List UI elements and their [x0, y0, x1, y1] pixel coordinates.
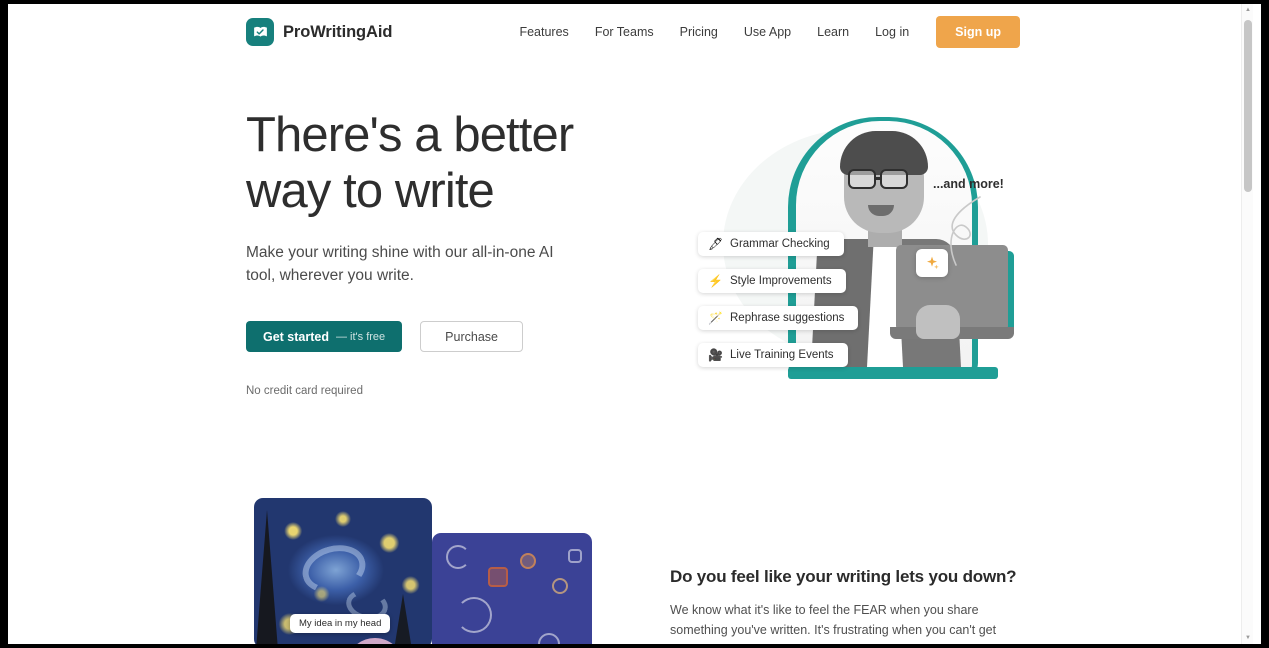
page-content: ProWritingAid Features For Teams Pricing…	[8, 4, 1253, 644]
cypress-tree	[394, 594, 412, 644]
nav-link-for-teams[interactable]: For Teams	[582, 17, 667, 47]
nav-link-use-app[interactable]: Use App	[731, 17, 804, 47]
lower-copy-section: Do you feel like your writing lets you d…	[670, 567, 1018, 644]
sign-up-button[interactable]: Sign up	[936, 16, 1020, 48]
get-started-note: — it's free	[336, 330, 386, 343]
get-started-label: Get started	[263, 329, 329, 344]
teal-baseline	[788, 367, 998, 379]
feature-chip-live-training-events[interactable]: 🎥 Live Training Events	[698, 343, 848, 367]
annotation-curve-icon	[950, 196, 981, 266]
star-doodle	[488, 567, 508, 587]
eyeglasses-bridge	[876, 177, 882, 180]
magic-wand-icon: 🪄	[708, 311, 723, 325]
feather-pen-icon: 🖋	[708, 237, 724, 251]
swirl-doodle	[456, 597, 492, 633]
nav-link-log-in[interactable]: Log in	[862, 17, 922, 47]
browser-frame: ProWritingAid Features For Teams Pricing…	[0, 0, 1269, 648]
brand-logo-link[interactable]: ProWritingAid	[246, 18, 392, 46]
book-check-icon	[246, 18, 274, 46]
idea-illustration: My idea in my head	[246, 498, 646, 644]
section-body-text: We know what it's like to feel the FEAR …	[670, 603, 997, 644]
swirl-doodle	[446, 545, 470, 569]
feature-chip-label: Style Improvements	[730, 275, 832, 287]
simplified-painting-card	[432, 533, 592, 644]
feature-chip-label: Live Training Events	[730, 349, 834, 361]
feature-chip-label: Grammar Checking	[730, 238, 830, 250]
feature-chip-rephrase-suggestions[interactable]: 🪄 Rephrase suggestions	[698, 306, 859, 330]
hand-shape	[916, 305, 960, 339]
hero-title: There's a better way to write	[246, 108, 574, 218]
and-more-annotation: ...and more!	[933, 177, 1004, 191]
image-caption: My idea in my head	[290, 614, 391, 633]
swirl-doodle	[538, 633, 560, 644]
eyeglasses-left-lens	[848, 169, 876, 189]
scroll-down-arrow-icon[interactable]: ▼	[1242, 632, 1254, 644]
eyeglasses-right-lens	[880, 169, 908, 189]
site-header: ProWritingAid Features For Teams Pricing…	[8, 4, 1253, 60]
no-credit-card-note: No credit card required	[246, 385, 363, 397]
page-viewport: ProWritingAid Features For Teams Pricing…	[8, 4, 1261, 644]
scrollbar-thumb[interactable]	[1244, 20, 1252, 192]
scroll-up-arrow-icon[interactable]: ▲	[1242, 4, 1254, 16]
star-doodle	[520, 553, 536, 569]
purchase-button[interactable]: Purchase	[420, 321, 523, 352]
feature-chip-grammar-checking[interactable]: 🖋 Grammar Checking	[698, 232, 844, 256]
sparkle-icon	[927, 256, 939, 270]
hero-illustration: 🖋 Grammar Checking ⚡ Style Improvements …	[668, 99, 1068, 399]
nav-link-features[interactable]: Features	[506, 17, 581, 47]
brand-name: ProWritingAid	[283, 22, 393, 41]
lightning-bolt-icon: ⚡	[708, 274, 723, 288]
get-started-button[interactable]: Get started — it's free	[246, 321, 403, 352]
feature-chip-list: 🖋 Grammar Checking ⚡ Style Improvements …	[698, 232, 859, 367]
hero-section: There's a better way to write Make your …	[246, 107, 656, 397]
section-heading: Do you feel like your writing lets you d…	[670, 567, 1017, 586]
main-navigation: Features For Teams Pricing Use App Learn…	[506, 16, 1020, 48]
feature-chip-label: Rephrase suggestions	[730, 312, 845, 324]
video-camera-icon: 🎥	[708, 348, 723, 362]
nav-link-pricing[interactable]: Pricing	[667, 17, 731, 47]
hero-cta-group: Get started — it's free Purchase	[246, 321, 656, 352]
vertical-scrollbar[interactable]: ▲ ▼	[1241, 4, 1253, 644]
star-doodle	[552, 578, 568, 594]
cypress-tree	[256, 510, 278, 644]
star-doodle	[568, 549, 582, 563]
nav-link-learn[interactable]: Learn	[804, 17, 862, 47]
feature-chip-style-improvements[interactable]: ⚡ Style Improvements	[698, 269, 846, 293]
hero-subtitle: Make your writing shine with our all-in-…	[246, 244, 554, 284]
